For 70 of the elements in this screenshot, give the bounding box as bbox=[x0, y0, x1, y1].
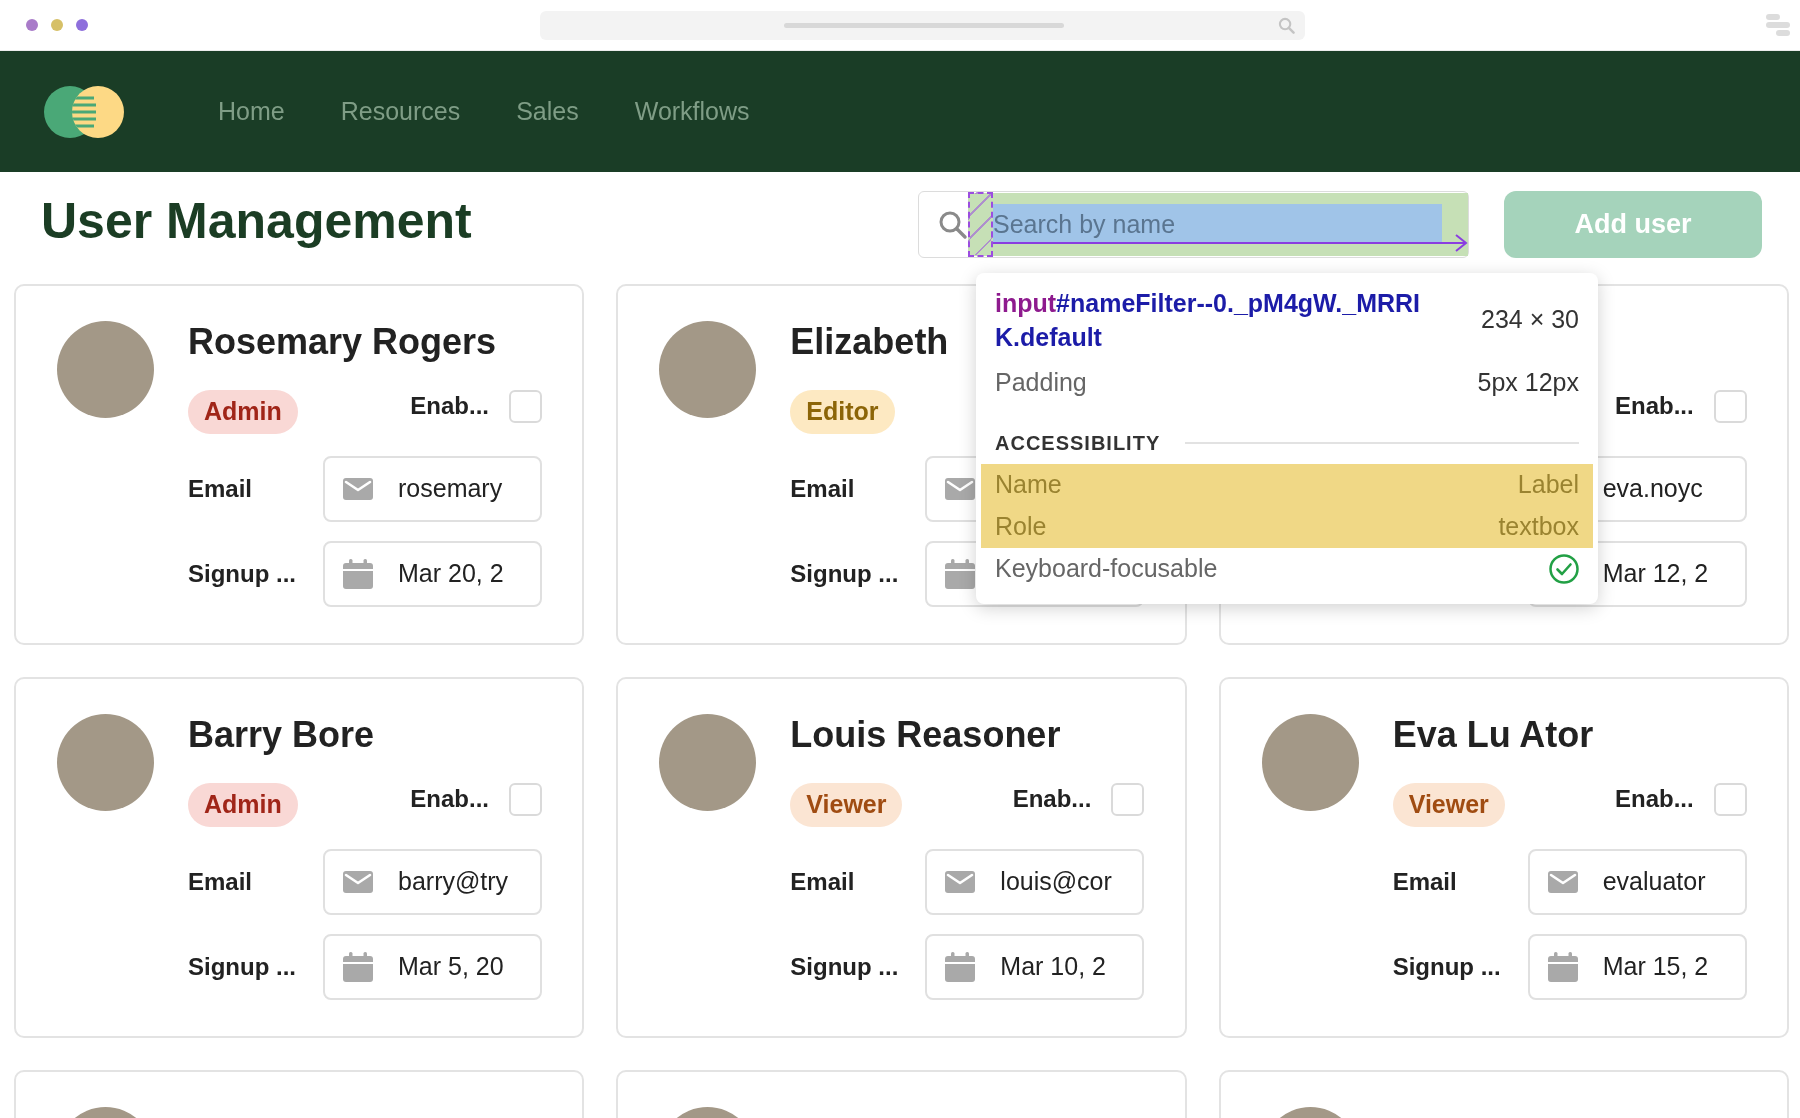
calendar-icon bbox=[945, 952, 976, 982]
field-label: Email bbox=[790, 868, 855, 895]
property-value: 5px 12px bbox=[1477, 367, 1579, 399]
field-label: Email bbox=[188, 475, 253, 502]
property-label: Name bbox=[995, 469, 1062, 501]
date-field[interactable]: Mar 5, 20 bbox=[323, 934, 542, 1000]
field-label: Signup ... bbox=[790, 953, 899, 980]
user-name: Elizabeth bbox=[790, 321, 949, 363]
field-label: Email bbox=[1392, 868, 1457, 895]
search-field[interactable]: Search by name bbox=[918, 191, 1469, 258]
envelope-icon bbox=[945, 871, 976, 893]
section-heading: ACCESSIBILITY bbox=[995, 431, 1161, 456]
sidebar-icon[interactable] bbox=[1766, 14, 1790, 36]
enabled-checkbox[interactable] bbox=[1713, 782, 1747, 816]
enabled-checkbox[interactable] bbox=[1713, 389, 1747, 423]
property-label: Keyboard-focusable bbox=[995, 553, 1218, 585]
date-field[interactable]: Mar 15, 2 bbox=[1527, 934, 1747, 1000]
logo-icon[interactable] bbox=[44, 85, 124, 138]
property-label: Padding bbox=[995, 367, 1087, 399]
role-badge: Viewer bbox=[1392, 783, 1505, 827]
field-label: Signup ... bbox=[1392, 953, 1501, 980]
field-label: Signup ... bbox=[188, 953, 296, 980]
enabled-checkbox[interactable] bbox=[1111, 782, 1145, 816]
search-icon bbox=[938, 209, 968, 240]
property-label: Role bbox=[995, 511, 1047, 543]
date-field[interactable]: Mar 10, 2 bbox=[925, 934, 1145, 1000]
email-field[interactable]: rosemary bbox=[323, 456, 542, 522]
nav-link[interactable]: Workflows bbox=[634, 92, 750, 131]
field-label: Signup ... bbox=[790, 560, 899, 587]
date-field[interactable]: Mar 20, 2 bbox=[323, 541, 542, 607]
enabled-label: Enab... bbox=[410, 784, 489, 814]
user-name: Rosemary Rogers bbox=[188, 321, 497, 363]
envelope-icon bbox=[343, 871, 373, 893]
nav-link[interactable]: Home bbox=[218, 92, 285, 131]
window-control-icon[interactable] bbox=[76, 19, 88, 31]
search-input[interactable]: Search by name bbox=[993, 205, 1433, 244]
enabled-label: Enab... bbox=[1614, 391, 1694, 421]
enabled-checkbox[interactable] bbox=[509, 389, 542, 423]
enabled-checkbox[interactable] bbox=[509, 782, 542, 816]
field-label: Email bbox=[188, 868, 253, 895]
role-badge: Admin bbox=[188, 390, 298, 434]
hatched-highlight bbox=[968, 192, 993, 257]
enabled-label: Enab... bbox=[1614, 784, 1694, 814]
email-field[interactable]: evaluator bbox=[1527, 849, 1747, 915]
field-label: Email bbox=[790, 475, 855, 502]
element-selector: input#nameFilter--0._pM4gW._MRRIK.default bbox=[995, 288, 1422, 353]
calendar-icon bbox=[343, 559, 373, 589]
calendar-icon bbox=[1547, 952, 1578, 982]
address-bar[interactable] bbox=[540, 10, 1305, 40]
calendar-icon bbox=[343, 952, 373, 982]
nav-link[interactable]: Resources bbox=[340, 92, 461, 131]
element-size: 234 × 30 bbox=[1481, 304, 1579, 336]
envelope-icon bbox=[343, 478, 373, 500]
role-badge: Viewer bbox=[790, 783, 903, 827]
enabled-label: Enab... bbox=[1012, 784, 1092, 814]
field-label: Signup ... bbox=[188, 560, 296, 587]
email-field[interactable]: barry@try bbox=[323, 849, 542, 915]
role-badge: Admin bbox=[188, 783, 298, 827]
user-name: Eva Lu Ator bbox=[1392, 714, 1594, 756]
search-icon bbox=[1278, 16, 1295, 34]
user-name: Louis Reasoner bbox=[790, 714, 1061, 756]
window-control-icon[interactable] bbox=[26, 19, 38, 31]
window-control-icon[interactable] bbox=[51, 19, 63, 31]
enabled-label: Enab... bbox=[410, 391, 489, 421]
nav-link[interactable]: Sales bbox=[516, 92, 579, 131]
envelope-icon bbox=[1547, 871, 1578, 893]
email-field[interactable]: louis@cor bbox=[925, 849, 1145, 915]
role-badge: Editor bbox=[790, 390, 895, 434]
user-name: Barry Bore bbox=[188, 714, 375, 756]
page-title: User Management bbox=[41, 195, 472, 246]
